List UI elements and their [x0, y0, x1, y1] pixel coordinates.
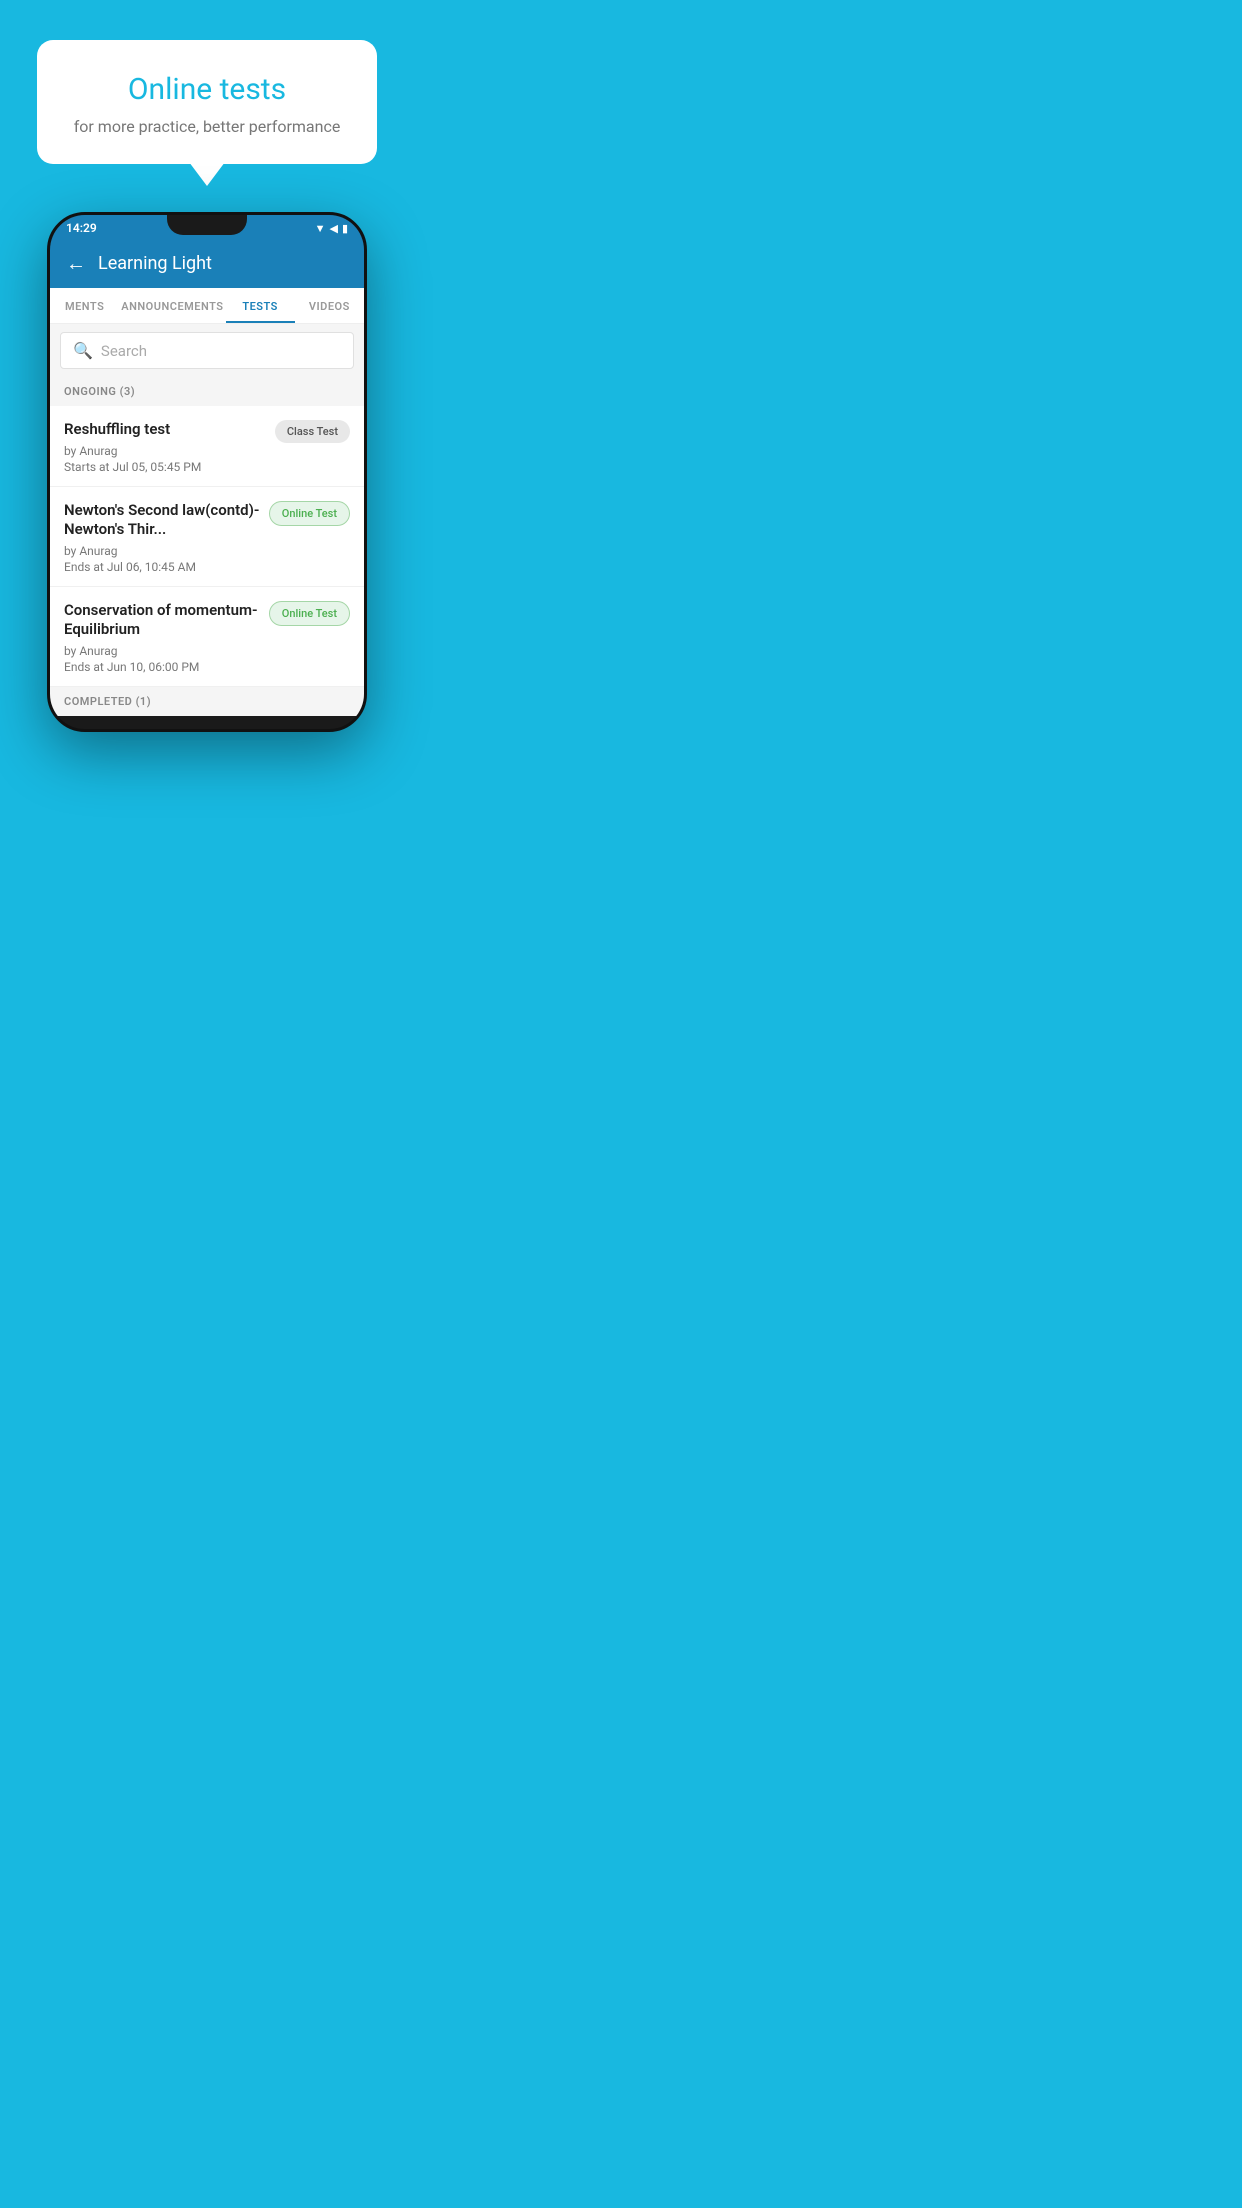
status-icons: ▼ ◀ ▮ — [315, 222, 348, 235]
search-icon: 🔍 — [73, 341, 93, 360]
phone-mockup: 14:29 ▼ ◀ ▮ ← Learning Light MENTS ANNOU… — [47, 212, 367, 732]
speech-bubble-subtitle: for more practice, better performance — [73, 117, 341, 136]
back-button[interactable]: ← — [66, 251, 86, 276]
tab-tests[interactable]: TESTS — [226, 288, 295, 323]
tab-videos[interactable]: VIDEOS — [295, 288, 364, 323]
test-badge-2: Online Test — [269, 501, 350, 526]
test-info-1: Reshuffling test by Anurag Starts at Jul… — [64, 420, 275, 474]
test-by-2: by Anurag — [64, 544, 261, 558]
tab-ments[interactable]: MENTS — [50, 288, 119, 323]
battery-icon: ▮ — [342, 222, 348, 235]
signal-icon: ◀ — [329, 222, 337, 235]
test-badge-1: Class Test — [275, 420, 350, 443]
ongoing-section-header: ONGOING (3) — [50, 377, 364, 406]
tabs-bar: MENTS ANNOUNCEMENTS TESTS VIDEOS — [50, 288, 364, 324]
test-by-1: by Anurag — [64, 444, 267, 458]
test-info-3: Conservation of momentum-Equilibrium by … — [64, 601, 269, 674]
test-time-1: Starts at Jul 05, 05:45 PM — [64, 460, 267, 474]
test-name-2: Newton's Second law(contd)-Newton's Thir… — [64, 501, 261, 540]
search-container: 🔍 Search — [50, 324, 364, 377]
page-wrapper: Online tests for more practice, better p… — [0, 0, 414, 736]
completed-section-header: COMPLETED (1) — [50, 687, 364, 716]
test-item-2[interactable]: Newton's Second law(contd)-Newton's Thir… — [50, 487, 364, 587]
test-by-3: by Anurag — [64, 644, 261, 658]
test-name-3: Conservation of momentum-Equilibrium — [64, 601, 261, 640]
search-placeholder: Search — [101, 342, 147, 360]
test-time-3: Ends at Jun 10, 06:00 PM — [64, 660, 261, 674]
tab-announcements[interactable]: ANNOUNCEMENTS — [119, 288, 225, 323]
speech-bubble-title: Online tests — [73, 72, 341, 107]
status-time: 14:29 — [66, 221, 97, 235]
test-info-2: Newton's Second law(contd)-Newton's Thir… — [64, 501, 269, 574]
test-item-3[interactable]: Conservation of momentum-Equilibrium by … — [50, 587, 364, 687]
wifi-icon: ▼ — [315, 222, 326, 235]
app-header-title: Learning Light — [98, 253, 212, 274]
test-time-2: Ends at Jul 06, 10:45 AM — [64, 560, 261, 574]
test-list: Reshuffling test by Anurag Starts at Jul… — [50, 406, 364, 687]
search-bar[interactable]: 🔍 Search — [60, 332, 354, 369]
test-badge-3: Online Test — [269, 601, 350, 626]
speech-bubble: Online tests for more practice, better p… — [37, 40, 377, 164]
test-item-1[interactable]: Reshuffling test by Anurag Starts at Jul… — [50, 406, 364, 487]
phone-notch — [167, 215, 247, 235]
test-name-1: Reshuffling test — [64, 420, 267, 440]
app-header: ← Learning Light — [50, 239, 364, 288]
